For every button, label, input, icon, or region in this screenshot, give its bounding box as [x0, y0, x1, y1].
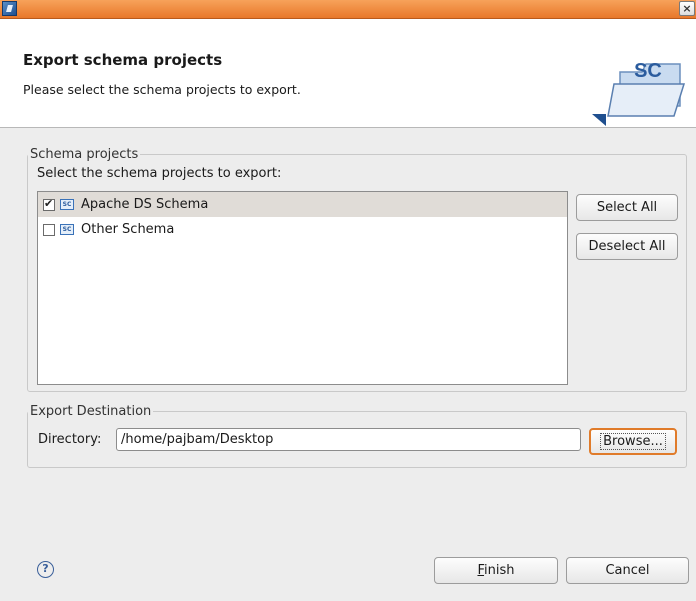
cancel-button[interactable]: Cancel: [566, 557, 689, 584]
finish-label-rest: inish: [484, 563, 515, 578]
export-destination-legend: Export Destination: [30, 404, 152, 419]
list-item-label: Other Schema: [81, 222, 175, 237]
directory-label: Directory:: [38, 432, 102, 447]
app-icon: [2, 1, 17, 16]
page-description: Please select the schema projects to exp…: [23, 82, 301, 97]
other-schema-checkbox[interactable]: [43, 223, 55, 236]
window-titlebar[interactable]: ×: [0, 0, 696, 19]
schema-project-icon: SC: [60, 224, 74, 235]
list-item-other-schema[interactable]: SC Other Schema: [38, 217, 567, 242]
finish-label: Finish: [477, 563, 514, 578]
apache-ds-schema-checkbox[interactable]: [43, 197, 55, 211]
deselect-all-button[interactable]: Deselect All: [576, 233, 678, 260]
list-item-label: Apache DS Schema: [81, 197, 209, 212]
select-all-label: Select All: [596, 200, 658, 215]
help-icon[interactable]: ?: [37, 561, 54, 578]
close-button[interactable]: ×: [679, 1, 695, 16]
browse-label: Browse...: [600, 433, 666, 450]
page-title: Export schema projects: [23, 51, 223, 69]
list-item-apache-ds-schema[interactable]: SC Apache DS Schema: [38, 192, 567, 217]
cancel-label: Cancel: [605, 563, 650, 578]
deselect-all-label: Deselect All: [588, 239, 666, 254]
finish-button[interactable]: Finish: [434, 557, 558, 584]
browse-button[interactable]: Browse...: [589, 428, 677, 455]
schema-project-icon: SC: [60, 199, 74, 210]
select-all-button[interactable]: Select All: [576, 194, 678, 221]
schema-projects-list[interactable]: SC Apache DS Schema SC Other Schema: [37, 191, 568, 385]
banner-sc-label: SC: [634, 60, 662, 82]
schema-projects-legend: Schema projects: [30, 147, 139, 162]
schema-folder-banner-icon: SC: [592, 60, 686, 126]
directory-input[interactable]: [116, 428, 581, 451]
schema-projects-instruction: Select the schema projects to export:: [37, 166, 282, 181]
